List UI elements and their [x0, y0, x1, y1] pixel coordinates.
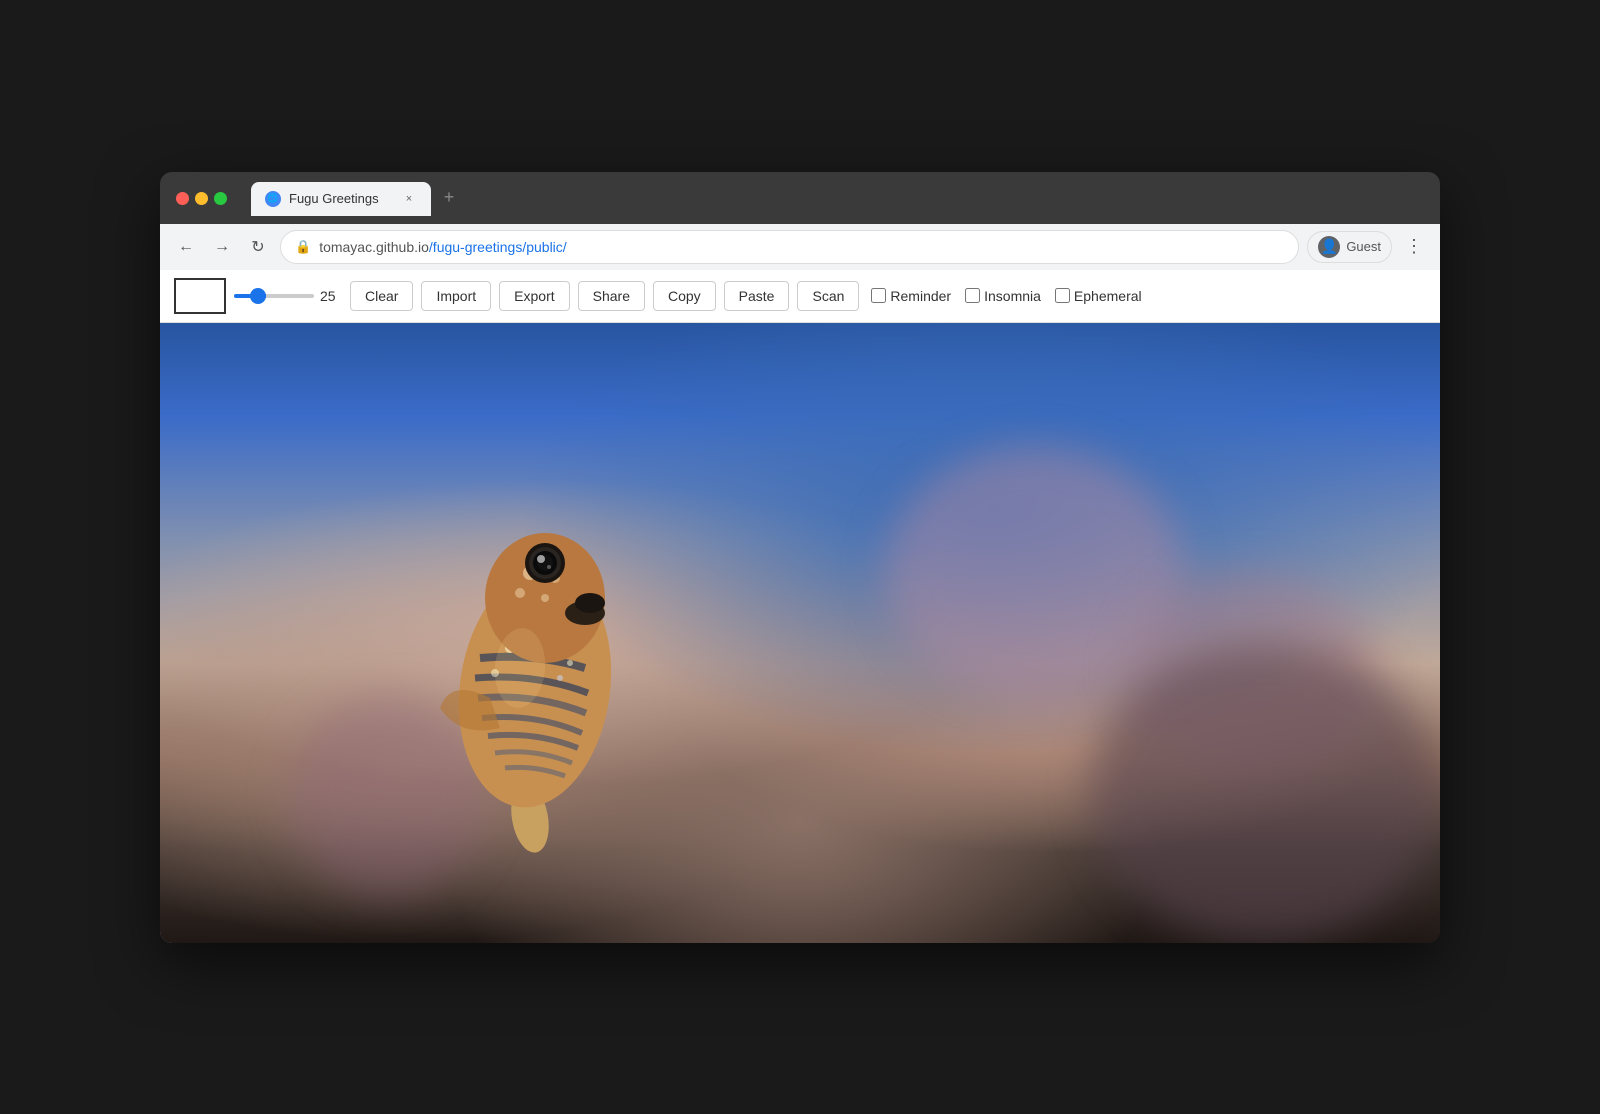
- traffic-lights: [176, 192, 227, 205]
- reminder-label: Reminder: [890, 288, 951, 304]
- reminder-checkbox[interactable]: [871, 288, 886, 303]
- tabs-row: 🌐 Fugu Greetings × +: [251, 182, 1424, 216]
- maximize-window-button[interactable]: [214, 192, 227, 205]
- refresh-button[interactable]: ↻: [244, 233, 272, 261]
- navigation-bar: ← → ↻ 🔒 tomayac.github.io/fugu-greetings…: [160, 224, 1440, 270]
- image-area[interactable]: [160, 323, 1440, 943]
- close-window-button[interactable]: [176, 192, 189, 205]
- paste-button[interactable]: Paste: [724, 281, 790, 311]
- clear-button[interactable]: Clear: [350, 281, 413, 311]
- reminder-checkbox-label[interactable]: Reminder: [871, 288, 951, 304]
- fish-scene: [160, 323, 1440, 943]
- profile-label: Guest: [1346, 239, 1381, 254]
- insomnia-checkbox-label[interactable]: Insomnia: [965, 288, 1041, 304]
- tab-title: Fugu Greetings: [289, 191, 393, 206]
- brush-size-slider[interactable]: [234, 294, 314, 298]
- ephemeral-label: Ephemeral: [1074, 288, 1142, 304]
- profile-button[interactable]: 👤 Guest: [1307, 231, 1392, 263]
- browser-menu-button[interactable]: ⋮: [1400, 233, 1428, 261]
- minimize-window-button[interactable]: [195, 192, 208, 205]
- new-tab-button[interactable]: +: [435, 184, 463, 212]
- insomnia-label: Insomnia: [984, 288, 1041, 304]
- active-tab[interactable]: 🌐 Fugu Greetings ×: [251, 182, 431, 216]
- title-bar-top: 🌐 Fugu Greetings × +: [176, 182, 1424, 216]
- address-bar[interactable]: 🔒 tomayac.github.io/fugu-greetings/publi…: [280, 230, 1299, 264]
- profile-avatar-icon: 👤: [1318, 236, 1340, 258]
- address-text: tomayac.github.io/fugu-greetings/public/: [319, 239, 1284, 255]
- browser-window: 🌐 Fugu Greetings × + ← → ↻ 🔒 tomayac.git…: [160, 172, 1440, 943]
- insomnia-checkbox[interactable]: [965, 288, 980, 303]
- title-bar: 🌐 Fugu Greetings × +: [160, 172, 1440, 224]
- slider-value-label: 25: [320, 288, 342, 304]
- forward-button[interactable]: →: [208, 233, 236, 261]
- import-button[interactable]: Import: [421, 281, 491, 311]
- scan-button[interactable]: Scan: [797, 281, 859, 311]
- canvas-preview[interactable]: [174, 278, 226, 314]
- address-path: /fugu-greetings/public/: [429, 239, 567, 255]
- ephemeral-checkbox[interactable]: [1055, 288, 1070, 303]
- tab-favicon-icon: 🌐: [265, 191, 281, 207]
- fish-illustration: [390, 478, 670, 858]
- back-button[interactable]: ←: [172, 233, 200, 261]
- slider-container: 25: [234, 288, 342, 304]
- export-button[interactable]: Export: [499, 281, 569, 311]
- address-domain: tomayac.github.io: [319, 239, 429, 255]
- checkbox-group: Reminder Insomnia Ephemeral: [871, 288, 1141, 304]
- secure-icon: 🔒: [295, 239, 311, 255]
- app-toolbar: 25 Clear Import Export Share Copy Paste …: [160, 270, 1440, 323]
- tab-close-button[interactable]: ×: [401, 191, 417, 207]
- ephemeral-checkbox-label[interactable]: Ephemeral: [1055, 288, 1142, 304]
- share-button[interactable]: Share: [578, 281, 645, 311]
- coral-blur-4: [1090, 643, 1440, 943]
- copy-button[interactable]: Copy: [653, 281, 716, 311]
